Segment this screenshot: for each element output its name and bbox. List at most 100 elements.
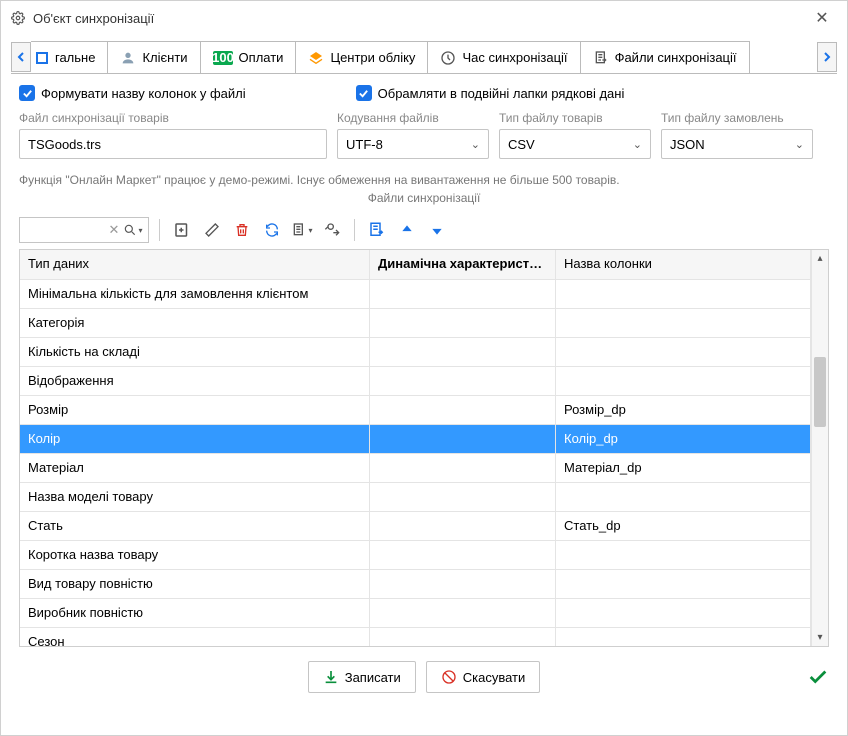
cell xyxy=(556,367,811,395)
tab-4[interactable]: Час синхронізації xyxy=(427,41,580,73)
table-row[interactable]: Коротка назва товару xyxy=(20,541,811,570)
settings-button[interactable] xyxy=(320,218,344,242)
copy-button[interactable]: ▾ xyxy=(290,218,314,242)
chevron-down-icon: ⌄ xyxy=(471,138,480,151)
cell xyxy=(556,280,811,308)
tab-1[interactable]: Клієнти xyxy=(107,41,200,73)
tab-scroll-left[interactable] xyxy=(11,42,31,72)
table-row[interactable]: Мінімальна кількість для замовлення кліє… xyxy=(20,280,811,309)
cell: Колір_dp xyxy=(556,425,811,453)
cell xyxy=(370,338,556,366)
table-row[interactable]: Вид товару повністю xyxy=(20,570,811,599)
goods-filetype-select[interactable]: CSV⌄ xyxy=(499,129,651,159)
cell xyxy=(556,309,811,337)
cell: Матеріал_dp xyxy=(556,454,811,482)
cell: Коротка назва товару xyxy=(20,541,370,569)
orders-filetype-select[interactable]: JSON⌄ xyxy=(661,129,813,159)
cell: Виробник повністю xyxy=(20,599,370,627)
add-button[interactable] xyxy=(170,218,194,242)
cell: Розмір xyxy=(20,396,370,424)
button-label: Скасувати xyxy=(463,670,526,685)
download-icon xyxy=(323,669,339,685)
table-row[interactable]: Розмір Розмір_dp xyxy=(20,396,811,425)
move-up-button[interactable] xyxy=(395,218,419,242)
cell xyxy=(370,396,556,424)
cell: Стать_dp xyxy=(556,512,811,540)
col-header[interactable]: Тип даних xyxy=(20,250,370,279)
demo-note: Функція "Онлайн Маркет" працює у демо-ре… xyxy=(1,165,847,189)
checkbox-format-columns[interactable]: Формувати назву колонок у файлі xyxy=(19,85,246,101)
cell: Колір xyxy=(20,425,370,453)
svg-text:100: 100 xyxy=(213,51,233,65)
chevron-down-icon: ⌄ xyxy=(633,138,642,151)
tab-icon xyxy=(35,51,49,65)
scrollbar[interactable]: ▴ ▾ xyxy=(811,250,828,646)
tab-scroll-right[interactable] xyxy=(817,42,837,72)
table-row[interactable]: Виробник повністю xyxy=(20,599,811,628)
field-label: Тип файлу товарів xyxy=(499,109,651,127)
table-row[interactable]: Матеріал Матеріал_dp xyxy=(20,454,811,483)
data-grid: Тип даних Динамічна характеристика Назва… xyxy=(19,249,829,647)
edit-button[interactable] xyxy=(200,218,224,242)
cell xyxy=(370,425,556,453)
field-label: Кодування файлів xyxy=(337,109,489,127)
cell: Стать xyxy=(20,512,370,540)
tab-3[interactable]: Центри обліку xyxy=(295,41,428,73)
cancel-button[interactable]: Скасувати xyxy=(426,661,541,693)
tab-label: Центри обліку xyxy=(330,50,415,65)
tab-label: Час синхронізації xyxy=(462,50,567,65)
scroll-thumb[interactable] xyxy=(814,357,826,427)
delete-button[interactable] xyxy=(230,218,254,242)
scroll-up-icon[interactable]: ▴ xyxy=(812,250,828,267)
table-row[interactable]: Назва моделі товару xyxy=(20,483,811,512)
grid-header: Тип даних Динамічна характеристика Назва… xyxy=(20,250,811,280)
section-title: Файли синхронізації xyxy=(1,189,847,211)
scroll-down-icon[interactable]: ▾ xyxy=(812,629,828,646)
col-header[interactable]: Динамічна характеристика xyxy=(370,250,556,279)
refresh-button[interactable] xyxy=(260,218,284,242)
tab-icon: 100 xyxy=(213,51,233,65)
table-row[interactable]: Категорія xyxy=(20,309,811,338)
search-icon[interactable]: ▾ xyxy=(122,218,144,242)
ok-icon[interactable] xyxy=(807,666,829,688)
cell xyxy=(370,570,556,598)
table-row[interactable]: Сезон xyxy=(20,628,811,646)
tab-0[interactable]: гальне xyxy=(31,41,108,73)
table-row[interactable]: Стать Стать_dp xyxy=(20,512,811,541)
bottom-bar: Записати Скасувати xyxy=(1,647,847,707)
close-icon[interactable]: ✕ xyxy=(807,8,837,28)
cell xyxy=(370,541,556,569)
clear-icon[interactable]: ✕ xyxy=(106,218,122,242)
table-row[interactable]: Відображення xyxy=(20,367,811,396)
cell xyxy=(556,338,811,366)
export-button[interactable] xyxy=(365,218,389,242)
field-label: Файл синхронізації товарів xyxy=(19,109,327,127)
cell xyxy=(370,454,556,482)
encoding-select[interactable]: UTF-8⌄ xyxy=(337,129,489,159)
cell: Матеріал xyxy=(20,454,370,482)
cell xyxy=(556,628,811,646)
tabs-bar: гальне Клієнти 100Оплати Центри обліку Час с… xyxy=(1,35,847,74)
tab-2[interactable]: 100Оплати xyxy=(200,41,297,73)
col-header[interactable]: Назва колонки xyxy=(556,250,811,279)
sync-file-input[interactable]: TSGoods.trs xyxy=(19,129,327,159)
cell xyxy=(556,570,811,598)
cell xyxy=(370,367,556,395)
search-input[interactable]: ✕ ▾ xyxy=(19,217,149,243)
field-label: Тип файлу замовлень xyxy=(661,109,813,127)
move-down-button[interactable] xyxy=(425,218,449,242)
tab-label: Клієнти xyxy=(142,50,187,65)
toolbar: ✕ ▾ ▾ xyxy=(1,211,847,249)
check-icon xyxy=(356,85,372,101)
checkbox-quote-strings[interactable]: Обрамляти в подвійні лапки рядкові дані xyxy=(356,85,625,101)
cell xyxy=(556,483,811,511)
tab-icon xyxy=(440,50,456,66)
table-row[interactable]: Колір Колір_dp xyxy=(20,425,811,454)
table-row[interactable]: Кількість на складі xyxy=(20,338,811,367)
save-button[interactable]: Записати xyxy=(308,661,416,693)
titlebar: Об'єкт синхронізації ✕ xyxy=(1,1,847,35)
cell: Розмір_dp xyxy=(556,396,811,424)
cell: Відображення xyxy=(20,367,370,395)
window-title: Об'єкт синхронізації xyxy=(33,11,799,26)
tab-5[interactable]: Файли синхронізації xyxy=(580,41,750,73)
